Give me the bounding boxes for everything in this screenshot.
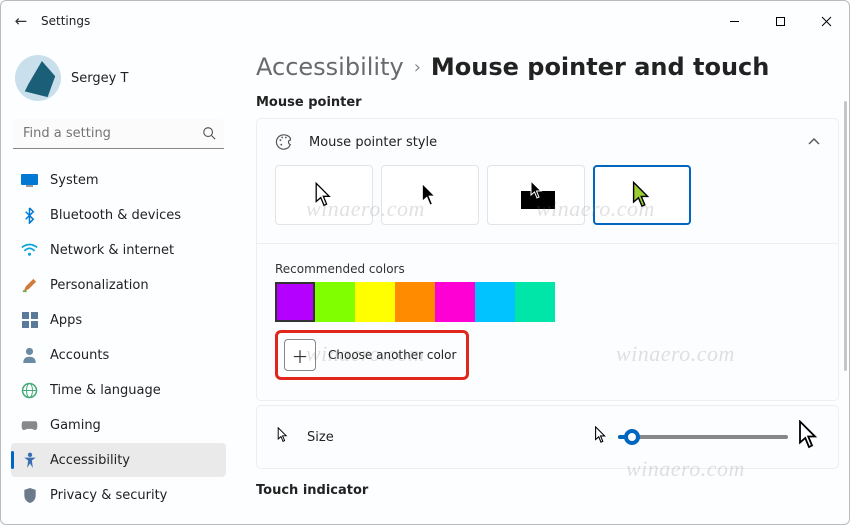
card-header-style[interactable]: Mouse pointer style	[257, 119, 838, 165]
choose-color-button[interactable]: ＋	[284, 339, 316, 371]
sidebar: Sergey T System Bluetooth & devices Netw…	[1, 41, 236, 524]
nav-time[interactable]: Time & language	[11, 373, 226, 407]
brush-icon	[21, 277, 38, 294]
choose-another-color-highlight: ＋ Choose another color	[275, 330, 469, 380]
card-pointer-style: Mouse pointer style	[256, 118, 839, 401]
nav-label: Apps	[50, 313, 82, 328]
nav-update[interactable]: Windows Update	[11, 513, 226, 524]
chevron-right-icon: ›	[414, 57, 421, 78]
nav-bluetooth[interactable]: Bluetooth & devices	[11, 198, 226, 232]
nav-label: Time & language	[50, 383, 161, 398]
wifi-icon	[21, 242, 38, 259]
plus-icon: ＋	[292, 343, 309, 368]
scrollbar[interactable]	[844, 101, 847, 371]
choose-color-label: Choose another color	[328, 348, 456, 362]
swatch-3[interactable]	[395, 282, 435, 322]
breadcrumb-parent[interactable]: Accessibility	[256, 53, 404, 81]
search-input[interactable]	[13, 119, 224, 149]
section-touch: Touch indicator	[256, 483, 839, 498]
gamepad-icon	[21, 417, 38, 434]
person-icon	[21, 347, 38, 364]
style-white[interactable]	[275, 165, 373, 225]
nav-system[interactable]: System	[11, 163, 226, 197]
main: Accessibility › Mouse pointer and touch …	[236, 41, 849, 524]
size-row: Size	[257, 406, 838, 468]
page-title: Mouse pointer and touch	[431, 53, 769, 81]
swatches	[275, 282, 820, 322]
search-icon	[202, 126, 216, 144]
color-panel: Recommended colors ＋ Cho	[257, 243, 838, 396]
titlebar: ← Settings	[1, 1, 849, 41]
nav-label: Privacy & security	[50, 488, 167, 503]
style-custom[interactable]	[593, 165, 691, 225]
card-size: Size	[256, 405, 839, 469]
swatch-1[interactable]	[315, 282, 355, 322]
size-slider[interactable]	[618, 435, 788, 439]
nav-label: Accessibility	[50, 453, 130, 468]
chevron-up-icon	[808, 135, 820, 149]
swatch-2[interactable]	[355, 282, 395, 322]
nav: System Bluetooth & devices Network & int…	[11, 163, 226, 524]
style-label: Mouse pointer style	[309, 135, 792, 150]
swatch-4[interactable]	[435, 282, 475, 322]
section-mouse-pointer: Mouse pointer	[256, 95, 839, 110]
swatch-5[interactable]	[475, 282, 515, 322]
nav-label: Network & internet	[50, 243, 174, 258]
size-slider-wrap	[594, 420, 820, 454]
back-button[interactable]: ←	[1, 12, 41, 30]
bluetooth-icon	[21, 207, 38, 224]
nav-gaming[interactable]: Gaming	[11, 408, 226, 442]
clock-globe-icon	[21, 382, 38, 399]
minimize-button[interactable]	[711, 5, 757, 37]
shield-icon	[21, 487, 38, 504]
style-black[interactable]	[381, 165, 479, 225]
nav-label: Personalization	[50, 278, 149, 293]
size-label: Size	[307, 430, 578, 445]
display-icon	[21, 172, 38, 189]
style-inverted[interactable]	[487, 165, 585, 225]
avatar	[15, 55, 61, 101]
swatch-0[interactable]	[275, 282, 315, 322]
cursor-small-icon	[594, 426, 608, 448]
cursor-icon	[275, 427, 291, 447]
nav-label: Accounts	[50, 348, 109, 363]
nav-network[interactable]: Network & internet	[11, 233, 226, 267]
maximize-button[interactable]	[757, 5, 803, 37]
nav-personalization[interactable]: Personalization	[11, 268, 226, 302]
profile-name: Sergey T	[71, 71, 128, 86]
pointer-style-options	[257, 165, 838, 243]
apps-icon	[21, 312, 38, 329]
nav-apps[interactable]: Apps	[11, 303, 226, 337]
nav-label: Gaming	[50, 418, 101, 433]
swatch-6[interactable]	[515, 282, 555, 322]
nav-label: Windows Update	[50, 523, 159, 525]
recommended-label: Recommended colors	[275, 262, 820, 276]
search	[13, 119, 224, 149]
breadcrumb: Accessibility › Mouse pointer and touch	[256, 53, 839, 81]
nav-privacy[interactable]: Privacy & security	[11, 478, 226, 512]
close-button[interactable]	[803, 5, 849, 37]
nav-accessibility[interactable]: Accessibility	[11, 443, 226, 477]
update-icon	[21, 522, 38, 525]
accessibility-icon	[21, 452, 38, 469]
cursor-large-icon	[798, 420, 820, 454]
profile[interactable]: Sergey T	[11, 49, 226, 115]
nav-label: System	[50, 173, 98, 188]
window-title: Settings	[41, 14, 90, 28]
nav-accounts[interactable]: Accounts	[11, 338, 226, 372]
nav-label: Bluetooth & devices	[50, 208, 181, 223]
palette-icon	[275, 133, 293, 151]
